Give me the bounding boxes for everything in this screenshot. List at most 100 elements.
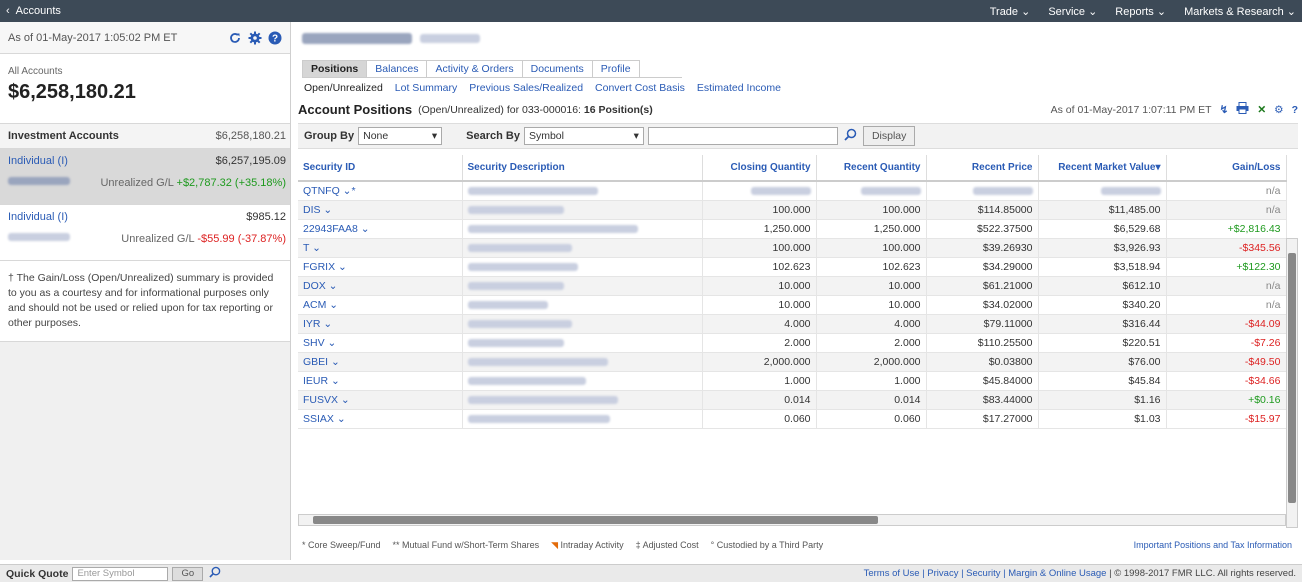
dropdown-arrow-icon: ▾ [633, 130, 639, 142]
cell-security-id[interactable]: DOX ⌄ [298, 276, 463, 296]
menu-service[interactable]: Service ⌄ [1048, 5, 1097, 18]
search-icon[interactable] [844, 128, 857, 144]
col-closing-quantity[interactable]: Closing Quantity [702, 155, 817, 182]
menu-reports[interactable]: Reports ⌄ [1115, 5, 1166, 18]
subtab-lot-summary[interactable]: Lot Summary [395, 82, 457, 94]
redacted-account-number [8, 233, 70, 241]
cell-security-id[interactable]: SSIAX ⌄ [298, 409, 463, 429]
quick-quote-input[interactable]: Enter Symbol [72, 566, 169, 581]
cell-closing-quantity [702, 181, 817, 201]
col-gain-loss[interactable]: Gain/Loss [1166, 155, 1287, 182]
cell-recent-price: $61.21000 [926, 276, 1039, 296]
scroll-thumb[interactable] [313, 516, 878, 524]
cell-security-id[interactable]: DIS ⌄ [298, 200, 463, 220]
table-row[interactable]: DIS ⌄ 100.000 100.000 $114.85000 $11,485.00 n… [298, 200, 1287, 220]
table-row[interactable]: 22943FAA8 ⌄ 1,250.000 1,250.000 $522.37500 $… [298, 219, 1287, 239]
table-row[interactable]: FGRIX ⌄ 102.623 102.623 $34.29000 $3,518.94 +… [298, 257, 1287, 277]
page-subtitle: (Open/Unrealized) for 033-000016: 16 Pos… [418, 104, 653, 116]
table-row[interactable]: FUSVX ⌄ 0.014 0.014 $83.44000 $1.16 +$0.16 [298, 390, 1287, 410]
cell-recent-market-value: $6,529.68 [1038, 219, 1167, 239]
table-row[interactable]: ACM ⌄ 10.000 10.000 $34.02000 $340.20 n/a [298, 295, 1287, 315]
cell-gain-loss: -$15.97 [1166, 409, 1287, 429]
settings-gear-icon[interactable]: ⚙ [1274, 104, 1283, 116]
account-gl-value: -$55.99 (-37.87%) [197, 233, 286, 245]
tab-activity-orders[interactable]: Activity & Orders [426, 60, 523, 77]
cell-security-id[interactable]: IYR ⌄ [298, 314, 463, 334]
table-row[interactable]: IEUR ⌄ 1.000 1.000 $45.84000 $45.84 -$34.66 [298, 371, 1287, 391]
excel-export-icon[interactable]: ✕ [1257, 104, 1266, 116]
col-recent-market-value-label: Recent Market Value [1058, 162, 1156, 173]
tab-profile[interactable]: Profile [591, 60, 640, 77]
group-by-select[interactable]: None ▾ [358, 127, 443, 145]
tab-positions[interactable]: Positions [302, 60, 368, 77]
cell-gain-loss: n/a [1166, 276, 1287, 296]
table-row[interactable]: DOX ⌄ 10.000 10.000 $61.21000 $612.10 n/a [298, 276, 1287, 296]
account-name[interactable]: Individual (I) [8, 155, 68, 167]
menu-trade[interactable]: Trade ⌄ [990, 5, 1031, 18]
cell-gain-loss: -$49.50 [1166, 352, 1287, 372]
col-recent-price[interactable]: Recent Price [926, 155, 1039, 182]
table-row[interactable]: QTNFQ ⌄* n/a [298, 181, 1287, 201]
cell-security-id[interactable]: GBEI ⌄ [298, 352, 463, 372]
help-icon[interactable]: ? [1292, 104, 1298, 116]
table-row[interactable]: SSIAX ⌄ 0.060 0.060 $17.27000 $1.03 -$15.97 [298, 409, 1287, 429]
settings-gear-icon[interactable] [248, 31, 262, 45]
cell-recent-market-value: $612.10 [1038, 276, 1167, 296]
subtab-open-unrealized[interactable]: Open/Unrealized [304, 82, 383, 94]
vertical-scrollbar[interactable] [1286, 238, 1298, 528]
subtab-convert-cost-basis[interactable]: Convert Cost Basis [595, 82, 685, 94]
cell-security-id[interactable]: SHV ⌄ [298, 333, 463, 353]
table-row[interactable]: GBEI ⌄ 2,000.000 2,000.000 $0.03800 $76.00 -$… [298, 352, 1287, 372]
col-recent-quantity[interactable]: Recent Quantity [816, 155, 927, 182]
account-name[interactable]: Individual (I) [8, 211, 68, 223]
table-row[interactable]: T ⌄ 100.000 100.000 $39.26930 $3,926.93 -$345… [298, 238, 1287, 258]
footer-link-list[interactable]: Terms of Use | Privacy | Security | Marg… [864, 568, 1107, 579]
search-input[interactable] [647, 127, 838, 145]
cell-security-description [462, 314, 703, 334]
all-accounts-summary[interactable]: All Accounts $6,258,180.21 [0, 54, 290, 124]
col-security-id[interactable]: Security ID [298, 155, 463, 182]
menu-markets-research[interactable]: Markets & Research ⌄ [1184, 5, 1296, 18]
cell-security-id[interactable]: QTNFQ ⌄* [298, 181, 463, 201]
search-by-label: Search By [466, 130, 520, 142]
cell-security-id[interactable]: 22943FAA8 ⌄ [298, 219, 463, 239]
back-to-accounts[interactable]: ‹ Accounts [0, 5, 61, 17]
cell-security-id[interactable]: T ⌄ [298, 238, 463, 258]
help-icon[interactable]: ? [268, 31, 282, 45]
page-title: Account Positions [298, 102, 413, 117]
cell-security-id[interactable]: FGRIX ⌄ [298, 257, 463, 277]
col-security-description[interactable]: Security Description [462, 155, 703, 182]
group-by-label: Group By [304, 130, 355, 142]
cell-closing-quantity: 100.000 [702, 200, 817, 220]
tab-balances[interactable]: Balances [366, 60, 428, 77]
cell-closing-quantity: 10.000 [702, 276, 817, 296]
svg-text:?: ? [272, 33, 278, 44]
search-by-select[interactable]: Symbol ▾ [523, 127, 644, 145]
refresh-icon[interactable] [228, 31, 242, 45]
table-row[interactable]: IYR ⌄ 4.000 4.000 $79.11000 $316.44 -$44.09 [298, 314, 1287, 334]
scroll-thumb[interactable] [1288, 253, 1296, 503]
table-row[interactable]: SHV ⌄ 2.000 2.000 $110.25500 $220.51 -$7.26 [298, 333, 1287, 353]
cell-security-id[interactable]: ACM ⌄ [298, 295, 463, 315]
sort-desc-icon: ▾ [1155, 162, 1161, 173]
cell-gain-loss: +$122.30 [1166, 257, 1287, 277]
display-button[interactable]: Display [862, 126, 916, 146]
cell-security-id[interactable]: FUSVX ⌄ [298, 390, 463, 410]
account-item[interactable]: Individual (I) $985.12 Unrealized G/L -$… [0, 205, 290, 261]
subtab-previous-sales[interactable]: Previous Sales/Realized [469, 82, 583, 94]
search-icon[interactable] [209, 566, 221, 581]
cell-recent-market-value: $1.03 [1038, 409, 1167, 429]
horizontal-scrollbar[interactable] [298, 514, 1286, 526]
cell-security-id[interactable]: IEUR ⌄ [298, 371, 463, 391]
tab-documents[interactable]: Documents [521, 60, 593, 77]
cell-closing-quantity: 2.000 [702, 333, 817, 353]
account-item-selected[interactable]: Individual (I) $6,257,195.09 Unrealized … [0, 149, 290, 205]
cell-recent-market-value: $1.16 [1038, 390, 1167, 410]
subtab-estimated-income[interactable]: Estimated Income [697, 82, 781, 94]
quick-trade-icon[interactable]: ↯ [1220, 104, 1229, 116]
col-recent-market-value[interactable]: Recent Market Value▾ [1038, 155, 1167, 182]
cell-recent-quantity: 2,000.000 [816, 352, 927, 372]
go-button[interactable]: Go [172, 566, 204, 581]
important-positions-link[interactable]: Important Positions and Tax Information [1134, 540, 1292, 551]
print-icon[interactable] [1236, 102, 1249, 117]
